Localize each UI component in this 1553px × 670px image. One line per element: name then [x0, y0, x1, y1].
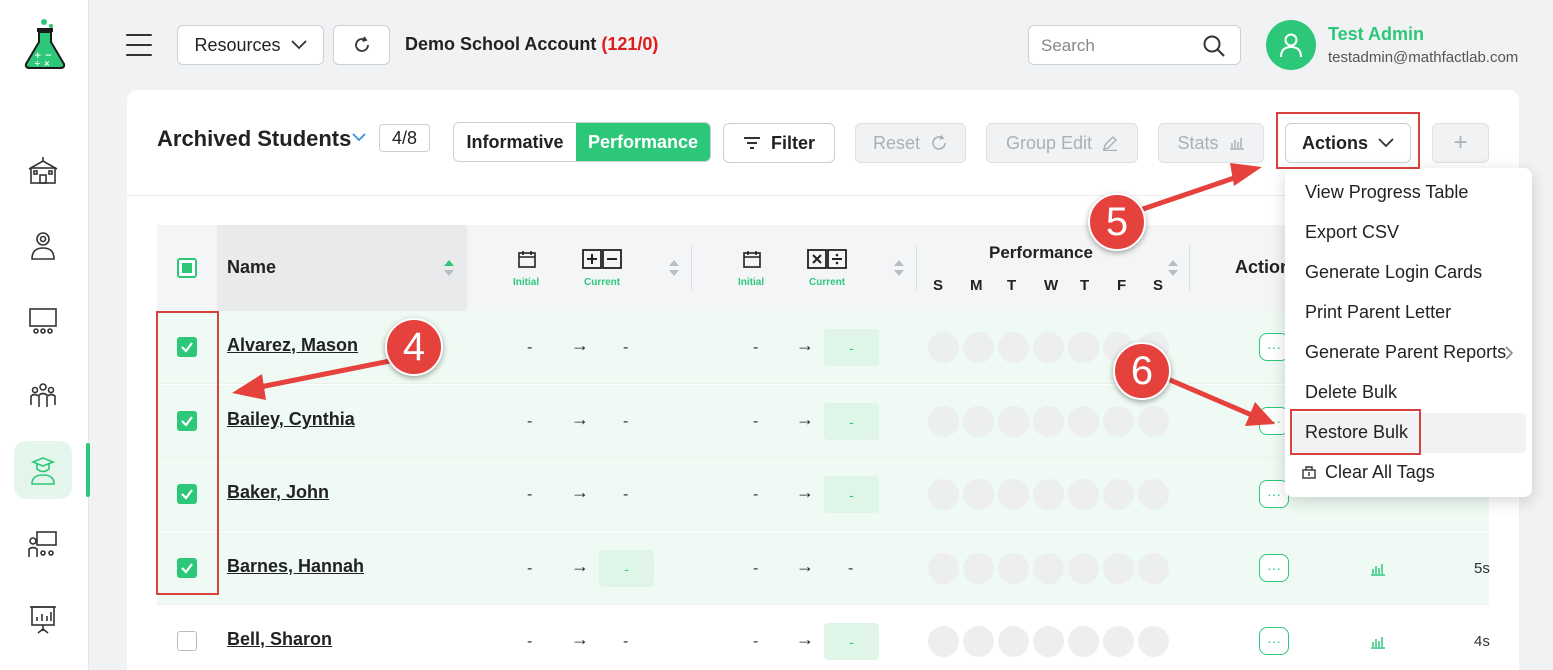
step-4-callout: 4	[385, 318, 443, 376]
annotation-arrows	[232, 163, 1275, 426]
step-5-callout: 5	[1088, 193, 1146, 251]
step-6-callout: 6	[1113, 342, 1171, 400]
